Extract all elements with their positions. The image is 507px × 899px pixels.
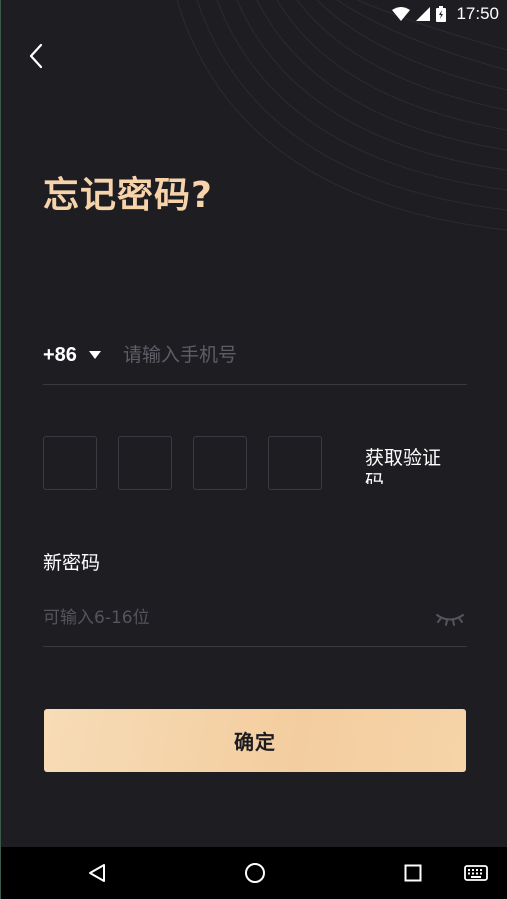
nav-back-button[interactable] — [83, 859, 111, 887]
phone-input[interactable] — [122, 344, 467, 366]
password-input[interactable] — [43, 608, 435, 628]
status-bar: 17:50 — [1, 0, 507, 28]
home-circle-icon — [245, 863, 265, 883]
new-password-label: 新密码 — [43, 552, 101, 574]
code-box-4[interactable] — [268, 436, 322, 490]
country-code[interactable]: +86 — [43, 344, 77, 367]
caret-down-icon[interactable] — [88, 351, 101, 359]
verification-code-row: 获取验证码 — [43, 436, 467, 492]
confirm-button[interactable]: 确定 — [44, 709, 466, 772]
nav-recents-button[interactable] — [399, 859, 427, 887]
status-time: 17:50 — [456, 4, 499, 23]
keyboard-icon — [464, 865, 488, 881]
battery-icon — [436, 6, 447, 22]
signal-icon — [416, 7, 431, 21]
phone-field-row: +86 — [43, 326, 467, 385]
code-box-1[interactable] — [43, 436, 97, 490]
eye-closed-icon[interactable] — [435, 608, 465, 628]
navigation-bar — [1, 847, 507, 899]
forgot-password-screen: 17:50 忘记密码? +86 获取验证码 新密码 确定 — [0, 0, 507, 899]
get-code-button[interactable]: 获取验证码 — [365, 446, 451, 484]
code-box-2[interactable] — [118, 436, 172, 490]
chevron-left-icon — [29, 43, 43, 69]
nav-home-button[interactable] — [241, 859, 269, 887]
back-triangle-icon — [89, 864, 105, 882]
page-title: 忘记密码? — [43, 175, 213, 216]
recents-square-icon — [404, 864, 422, 882]
nav-keyboard-button[interactable] — [462, 859, 490, 887]
wifi-icon — [392, 7, 411, 21]
password-field-row — [43, 590, 467, 647]
code-box-3[interactable] — [193, 436, 247, 490]
back-button[interactable] — [21, 38, 51, 74]
background-arcs-decoration — [177, 0, 507, 231]
